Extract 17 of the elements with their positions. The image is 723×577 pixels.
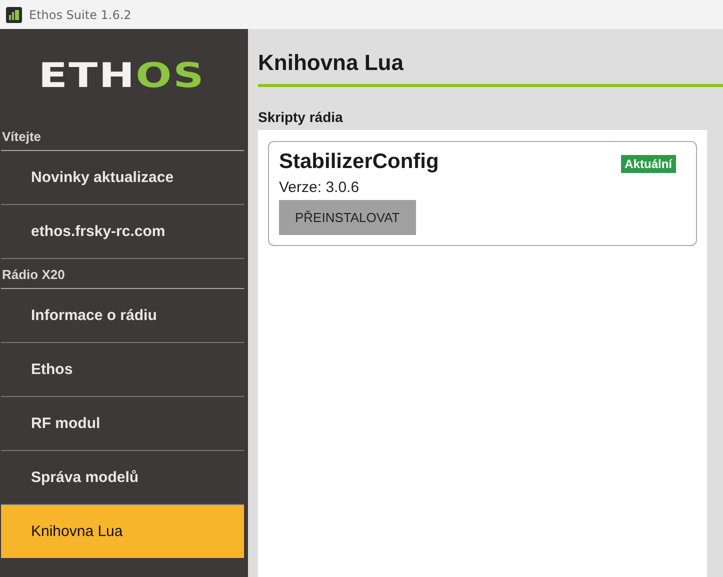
app-icon: [6, 6, 22, 22]
version-text: Verze: 3.0.6: [279, 179, 360, 196]
nav-item[interactable]: RF modul: [1, 397, 244, 451]
reinstall-button[interactable]: PŘEINSTALOVAT: [279, 200, 416, 235]
logo: ETH OS: [38, 56, 206, 96]
nav-item[interactable]: ethos.frsky-rc.com: [1, 205, 244, 259]
status-badge: Aktuální: [620, 155, 676, 173]
script-name: StabilizerConfig: [279, 150, 439, 174]
nav-item[interactable]: Novinky aktualizace: [1, 151, 244, 205]
nav-item[interactable]: Informace o rádiu: [1, 289, 244, 343]
section-header: Rádio X20: [1, 259, 244, 289]
window-title: Ethos Suite 1.6.2: [29, 8, 132, 22]
page-title: Knihovna Lua: [258, 49, 405, 77]
nav-item[interactable]: Knihovna Lua: [1, 505, 244, 558]
nav-item[interactable]: Ethos: [1, 343, 244, 397]
section-header: Vítejte: [1, 121, 244, 151]
section-title: Skripty rádia: [258, 109, 344, 125]
